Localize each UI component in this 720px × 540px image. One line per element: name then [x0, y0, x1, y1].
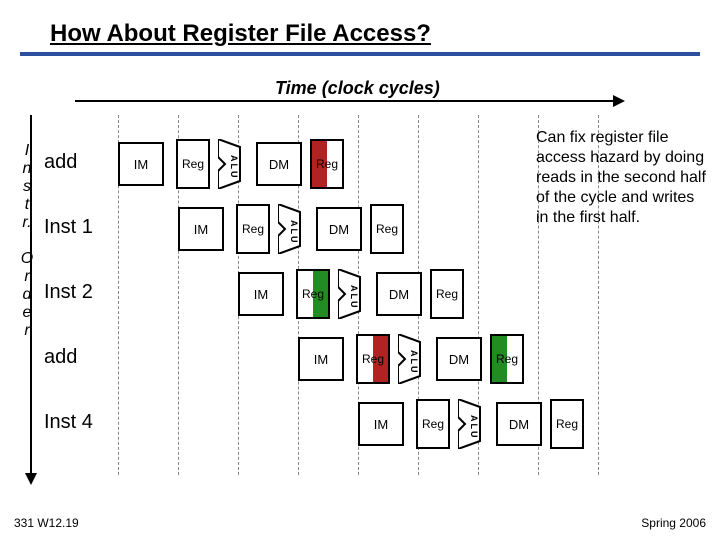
- instruction-label: Inst 2: [44, 281, 114, 304]
- stage-label: Reg: [496, 352, 518, 366]
- instr-order-label: Instr. Order: [20, 142, 34, 340]
- stage-alu: ALU: [218, 139, 248, 189]
- instr-order-label-char: r: [20, 322, 34, 340]
- instruction-label: Inst 4: [44, 411, 114, 434]
- stage-dm: DM: [376, 272, 422, 316]
- stage-label: ALU: [349, 285, 359, 310]
- stage-im: IM: [238, 272, 284, 316]
- instr-order-label-char: [20, 232, 34, 250]
- pipeline-row: IM Reg ALU DM Reg: [298, 330, 538, 388]
- time-axis-label: Time (clock cycles): [275, 78, 440, 99]
- stage-reg-write: Reg: [430, 269, 464, 319]
- instr-order-label-char: I: [20, 142, 34, 160]
- stage-dm: DM: [256, 142, 302, 186]
- stage-alu: ALU: [458, 399, 488, 449]
- instr-order-label-char: r.: [20, 214, 34, 232]
- stage-dm: DM: [496, 402, 542, 446]
- stage-label: ALU: [409, 350, 419, 375]
- title-underline: [20, 52, 700, 56]
- instruction-label: add: [44, 151, 114, 174]
- stage-label: Reg: [182, 157, 204, 171]
- stage-reg-read: Reg: [416, 399, 450, 449]
- stage-im: IM: [118, 142, 164, 186]
- stage-reg-write: Reg: [370, 204, 404, 254]
- stage-dm: DM: [436, 337, 482, 381]
- stage-reg-read: Reg: [176, 139, 210, 189]
- explanation-text: Can fix register file access hazard by d…: [536, 128, 710, 228]
- stage-label: Reg: [316, 157, 338, 171]
- footer-right: Spring 2006: [641, 516, 706, 530]
- slide-title: How About Register File Access?: [50, 20, 431, 48]
- instr-order-label-char: e: [20, 304, 34, 322]
- instr-order-label-char: n: [20, 160, 34, 178]
- stage-im: IM: [358, 402, 404, 446]
- instr-order-label-char: s: [20, 178, 34, 196]
- pipeline-row: IM Reg ALU DM Reg: [358, 395, 598, 453]
- pipeline-row: IM Reg ALU DM Reg: [118, 135, 358, 193]
- instr-order-label-char: O: [20, 250, 34, 268]
- stage-alu: ALU: [338, 269, 368, 319]
- stage-label: ALU: [289, 220, 299, 245]
- stage-label: Reg: [436, 287, 458, 301]
- pipeline-row: IM Reg ALU DM Reg: [238, 265, 478, 323]
- stage-label: Reg: [302, 287, 324, 301]
- instruction-label: Inst 1: [44, 216, 114, 239]
- stage-im: IM: [178, 207, 224, 251]
- stage-label: Reg: [362, 352, 384, 366]
- stage-reg-read: Reg: [236, 204, 270, 254]
- time-axis-arrow: [75, 100, 615, 102]
- stage-label: Reg: [422, 417, 444, 431]
- stage-label: Reg: [376, 222, 398, 236]
- footer-left: 331 W12.19: [14, 516, 79, 530]
- pipeline-row: IM Reg ALU DM Reg: [178, 200, 418, 258]
- stage-label: Reg: [556, 417, 578, 431]
- stage-label: ALU: [469, 415, 479, 440]
- stage-reg-write: Reg: [550, 399, 584, 449]
- instr-order-label-char: d: [20, 286, 34, 304]
- stage-label: Reg: [242, 222, 264, 236]
- stage-im: IM: [298, 337, 344, 381]
- stage-label: ALU: [229, 155, 239, 180]
- instr-order-label-char: r: [20, 268, 34, 286]
- instr-order-label-char: t: [20, 196, 34, 214]
- stage-alu: ALU: [398, 334, 428, 384]
- stage-dm: DM: [316, 207, 362, 251]
- instruction-label: add: [44, 346, 114, 369]
- stage-alu: ALU: [278, 204, 308, 254]
